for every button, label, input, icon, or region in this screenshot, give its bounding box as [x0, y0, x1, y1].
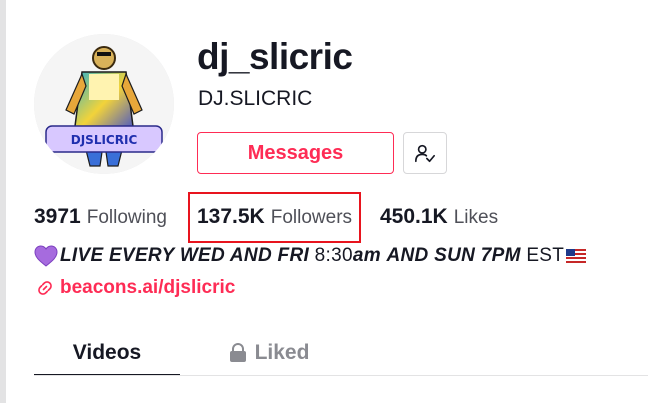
link-icon [36, 279, 54, 297]
purple-heart-icon [34, 245, 58, 267]
tab-liked-label: Liked [254, 340, 310, 364]
following-status-button[interactable] [403, 132, 447, 174]
tab-videos-label: Videos [72, 340, 142, 364]
stat-likes: 450.1K Likes [380, 200, 498, 236]
avatar-logo-text: DJSLICRIC [71, 133, 138, 147]
lock-icon [229, 342, 247, 363]
likes-label: Likes [453, 207, 499, 228]
bio-live-text: LIVE EVERY WED AND FRI [60, 245, 310, 266]
profile-username: dj_slicric [197, 36, 353, 77]
profile-bio: LIVE EVERY WED AND FRI 8:30 am AND SUN 7P… [34, 243, 587, 269]
bio-am: am [352, 245, 381, 266]
followers-highlight-box [188, 192, 361, 243]
profile-link[interactable]: beacons.ai/djslicric [36, 275, 235, 301]
profile-link-text: beacons.ai/djslicric [60, 277, 236, 298]
bio-sun-text: AND SUN 7PM [386, 245, 521, 266]
likes-count: 450.1K [380, 205, 448, 228]
us-flag-icon [566, 249, 587, 263]
bio-time: 8:30 [314, 245, 353, 266]
messages-button[interactable]: Messages [197, 132, 394, 174]
bio-timezone: EST [526, 245, 565, 266]
left-sidebar-edge [0, 0, 6, 403]
following-label: Following [86, 207, 167, 228]
profile-avatar[interactable]: DJSLICRIC [34, 34, 174, 174]
profile-nickname: DJ.SLICRIC [198, 87, 313, 110]
avatar-image: DJSLICRIC [34, 34, 174, 174]
tab-liked[interactable]: Liked [214, 330, 324, 375]
tabs-divider [34, 375, 648, 376]
following-count: 3971 [34, 205, 81, 228]
stat-following[interactable]: 3971 Following [34, 200, 167, 236]
tab-videos[interactable]: Videos [34, 330, 180, 376]
user-check-icon [415, 144, 435, 163]
profile-tabs: Videos Liked [34, 330, 648, 376]
